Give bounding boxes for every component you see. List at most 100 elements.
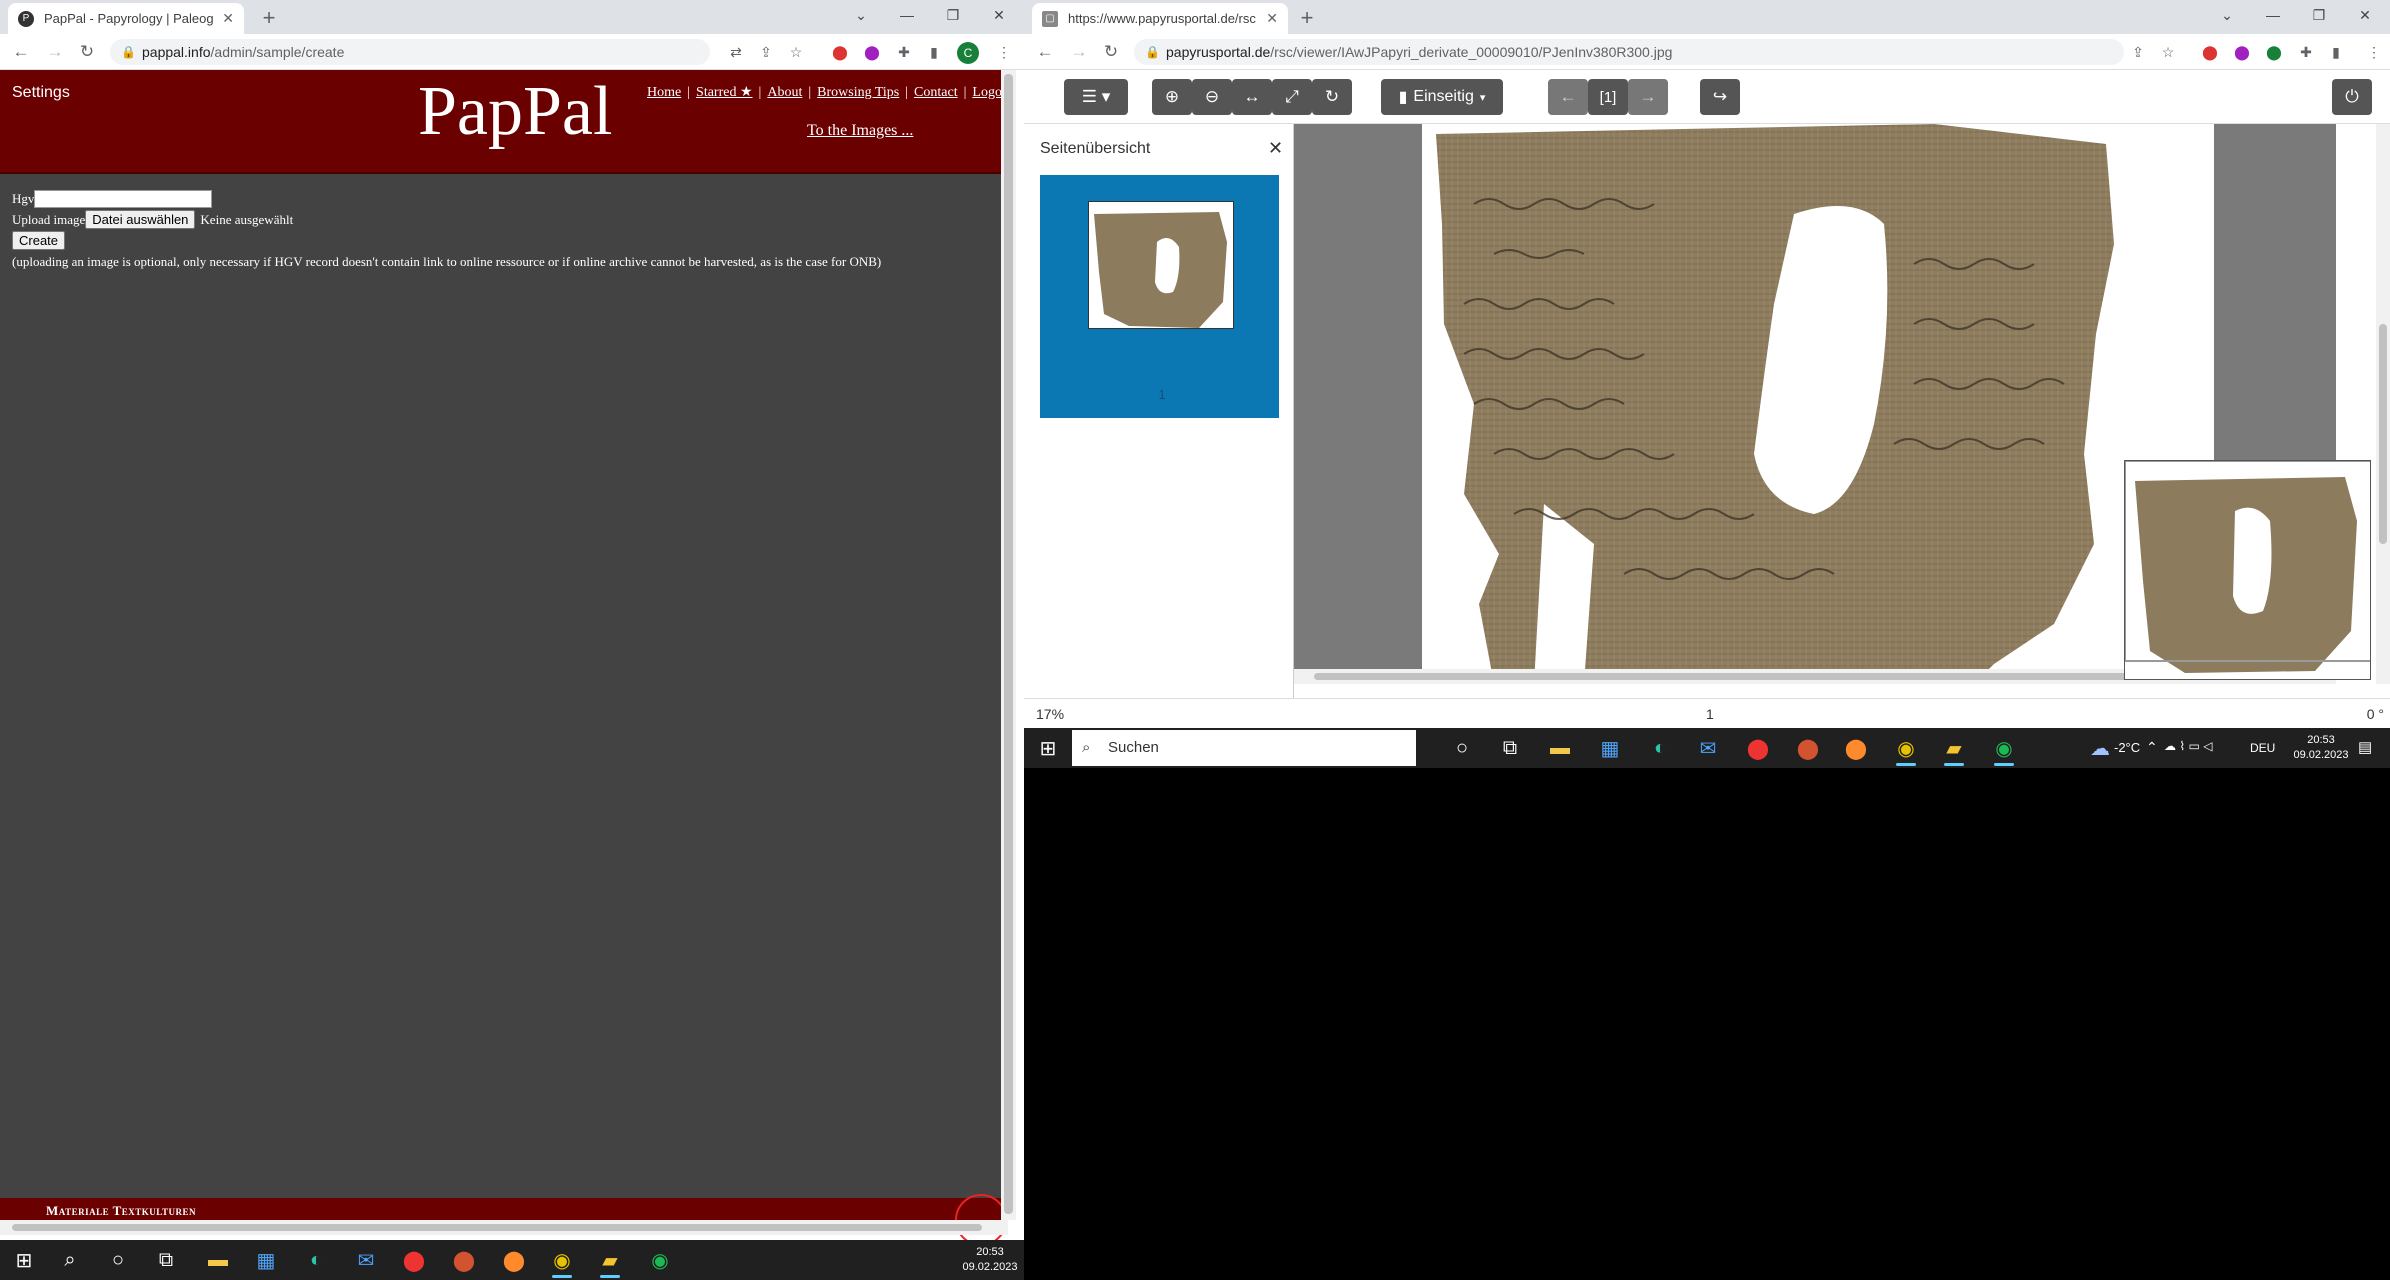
task-view-icon[interactable]: ⧉ — [1486, 728, 1534, 768]
menu-icon[interactable]: ⋮ — [994, 42, 1014, 62]
windows-start-icon[interactable]: ⊞ — [0, 1240, 48, 1280]
fit-width-button[interactable]: ↔ — [1232, 79, 1272, 115]
edge-icon[interactable]: ◐ — [292, 1240, 340, 1280]
new-tab-button[interactable]: + — [256, 5, 282, 31]
close-window-button[interactable]: ✕ — [976, 0, 1022, 30]
extension-purple-icon[interactable]: ⬤ — [862, 42, 882, 62]
rotate-button[interactable]: ↻ — [1312, 79, 1352, 115]
sidepanel-icon[interactable]: ▮ — [2326, 42, 2346, 62]
nav-contact[interactable]: Contact — [914, 85, 958, 100]
back-button[interactable]: ← — [10, 41, 32, 63]
tab-pappal[interactable]: P PapPal - Papyrology | Paleograph ✕ — [8, 3, 244, 34]
spotify-icon[interactable]: ◉ — [636, 1240, 684, 1280]
viewport-vscroll[interactable] — [2376, 124, 2390, 684]
firefox-icon[interactable]: ⬤ — [1832, 728, 1880, 768]
profile-avatar[interactable]: C — [957, 42, 979, 64]
sidepanel-icon[interactable]: ▮ — [924, 42, 944, 62]
sidebar-scrollbar[interactable] — [1279, 175, 1289, 695]
menu-icon[interactable]: ⋮ — [2364, 42, 2384, 62]
extension-red-icon[interactable]: ⬤ — [830, 42, 850, 62]
extension-red-icon[interactable]: ⬤ — [2200, 42, 2220, 62]
share-icon[interactable]: ⇪ — [756, 42, 776, 62]
cortana-icon[interactable]: ○ — [94, 1240, 142, 1280]
close-tab-icon[interactable]: ✕ — [222, 10, 234, 27]
settings-link[interactable]: Settings — [12, 84, 70, 102]
pappal-logo[interactable]: PapPal — [418, 72, 612, 152]
chevron-down-icon[interactable]: ⌄ — [2204, 0, 2250, 30]
menu-button[interactable]: ☰ ▾ — [1064, 79, 1128, 115]
translate-icon[interactable]: ⇄ — [726, 42, 746, 62]
forward-button[interactable]: → — [44, 41, 66, 63]
minimize-button[interactable]: — — [2250, 0, 2296, 30]
next-page-button[interactable]: → — [1628, 79, 1668, 115]
restore-button[interactable]: ❐ — [930, 0, 976, 30]
zoom-in-button[interactable]: ⊕ — [1152, 79, 1192, 115]
star-icon[interactable]: ☆ — [786, 42, 806, 62]
store-icon[interactable]: ▦ — [242, 1240, 290, 1280]
scrollbar-thumb[interactable] — [1004, 74, 1013, 1214]
reload-button[interactable]: ↻ — [1100, 41, 1122, 63]
overview-minimap[interactable] — [2124, 460, 2371, 680]
url-field[interactable]: 🔒 pappal.info/admin/sample/create — [110, 39, 710, 65]
edge-icon[interactable]: ◐ — [1636, 728, 1684, 768]
share-icon[interactable]: ⇪ — [2128, 42, 2148, 62]
choose-file-button[interactable]: Datei auswählen — [85, 210, 196, 229]
file-explorer-icon[interactable]: ▬ — [1536, 728, 1584, 768]
chevron-down-icon[interactable]: ⌄ — [838, 0, 884, 30]
extensions-icon[interactable]: ✚ — [2296, 42, 2316, 62]
nav-starred[interactable]: Starred ★ — [696, 85, 752, 100]
extensions-icon[interactable]: ✚ — [894, 42, 914, 62]
store-icon[interactable]: ▦ — [1586, 728, 1634, 768]
scrollbar-thumb[interactable] — [2379, 324, 2387, 544]
acrobat-icon[interactable]: ⬤ — [390, 1240, 438, 1280]
star-icon[interactable]: ☆ — [2158, 42, 2178, 62]
new-tab-button[interactable]: + — [1294, 5, 1320, 31]
acrobat-icon[interactable]: ⬤ — [1734, 728, 1782, 768]
task-view-icon[interactable]: ⧉ — [142, 1240, 190, 1280]
share-button[interactable]: ↪ — [1700, 79, 1740, 115]
close-icon[interactable]: ✕ — [1268, 138, 1283, 159]
close-tab-icon[interactable]: ✕ — [1266, 10, 1278, 27]
back-button[interactable]: ← — [1034, 41, 1056, 63]
powerpoint-icon[interactable]: ⬤ — [1784, 728, 1832, 768]
zoom-out-button[interactable]: ⊖ — [1192, 79, 1232, 115]
reload-button[interactable]: ↻ — [76, 41, 98, 63]
taskbar-clock[interactable]: 20:53 09.02.2023 — [960, 1245, 1020, 1275]
windows-start-icon[interactable]: ⊞ — [1024, 728, 1072, 768]
taskbar-clock[interactable]: 20:53 09.02.2023 — [2290, 733, 2352, 763]
nav-about[interactable]: About — [767, 85, 802, 100]
powerpoint-icon[interactable]: ⬤ — [440, 1240, 488, 1280]
scrollbar-thumb[interactable] — [12, 1224, 982, 1231]
language-indicator[interactable]: DEU — [2250, 741, 2275, 755]
tray-status-icons[interactable]: ☁ ⌇ ▭ ◁ — [2164, 739, 2212, 753]
sticky-notes-icon[interactable]: ▰ — [586, 1240, 634, 1280]
chrome-icon[interactable]: ◉ — [538, 1240, 586, 1280]
forward-button[interactable]: → — [1068, 41, 1090, 63]
power-button[interactable]: ⏻ — [2332, 79, 2372, 115]
page-thumbnail[interactable]: 1 — [1040, 175, 1284, 418]
layout-dropdown[interactable]: ▮ Einseitig ▾ — [1381, 79, 1503, 115]
notification-icon[interactable]: ▤ — [2358, 738, 2372, 756]
extension-green-icon[interactable]: ⬤ — [2264, 42, 2284, 62]
search-icon[interactable]: ⌕ — [46, 1240, 94, 1280]
to-images-link[interactable]: To the Images ... — [807, 122, 913, 140]
nav-browsing-tips[interactable]: Browsing Tips — [817, 85, 899, 100]
page-number-box[interactable]: [1] — [1588, 79, 1628, 115]
tab-papyrusportal[interactable]: ▢ https://www.papyrusportal.de/rsc ✕ — [1032, 3, 1288, 34]
restore-button[interactable]: ❐ — [2296, 0, 2342, 30]
create-button[interactable]: Create — [12, 231, 66, 250]
tray-chevron-icon[interactable]: ⌃ — [2146, 739, 2158, 756]
minimize-button[interactable]: — — [884, 0, 930, 30]
chrome-icon[interactable]: ◉ — [1882, 728, 1930, 768]
page-horizontal-scrollbar[interactable] — [0, 1220, 1008, 1235]
mail-icon[interactable]: ✉ — [342, 1240, 390, 1280]
sticky-notes-icon[interactable]: ▰ — [1930, 728, 1978, 768]
firefox-icon[interactable]: ⬤ — [490, 1240, 538, 1280]
url-field[interactable]: 🔒 papyrusportal.de/rsc/viewer/IAwJPapyri… — [1134, 39, 2124, 65]
fit-screen-button[interactable]: ⤢ — [1272, 79, 1312, 115]
file-explorer-icon[interactable]: ▬ — [194, 1240, 242, 1280]
spotify-icon[interactable]: ◉ — [1980, 728, 2028, 768]
hgv-input[interactable] — [34, 189, 213, 208]
close-window-button[interactable]: ✕ — [2342, 0, 2388, 30]
nav-home[interactable]: Home — [647, 85, 681, 100]
